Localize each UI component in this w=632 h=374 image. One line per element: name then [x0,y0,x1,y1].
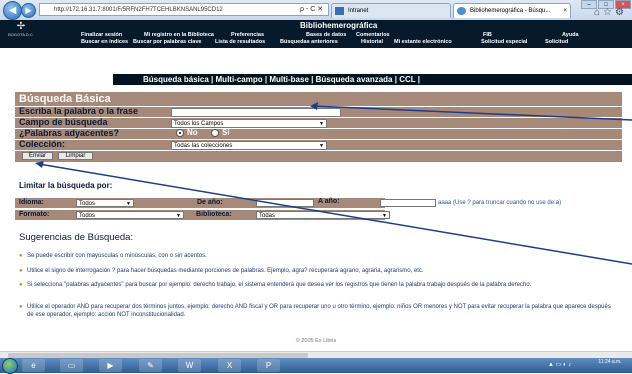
explorer-folder-icon[interactable]: ▭ [60,359,83,372]
ie-taskbar-icon[interactable]: e [22,359,45,372]
arrowhead [310,102,318,110]
word-app-icon[interactable]: W [178,359,201,372]
excel-app-icon[interactable]: X [218,359,241,372]
windows-taskbar [0,358,632,373]
paint-app-icon[interactable]: ✎ [139,359,162,372]
arrow-line-to-send-button [38,163,632,265]
start-button[interactable] [2,358,18,374]
powerpoint-app-icon[interactable]: P [257,359,280,372]
system-tray-icons: ▲ ▭ ◐ ♪ [548,362,572,368]
taskbar-clock: 11:24 a.m. [598,359,622,365]
arrowhead [35,161,44,168]
annotation-arrows [35,102,632,265]
media-player-icon[interactable]: ▶ [99,359,122,372]
arrow-line-to-word-input [312,105,632,121]
